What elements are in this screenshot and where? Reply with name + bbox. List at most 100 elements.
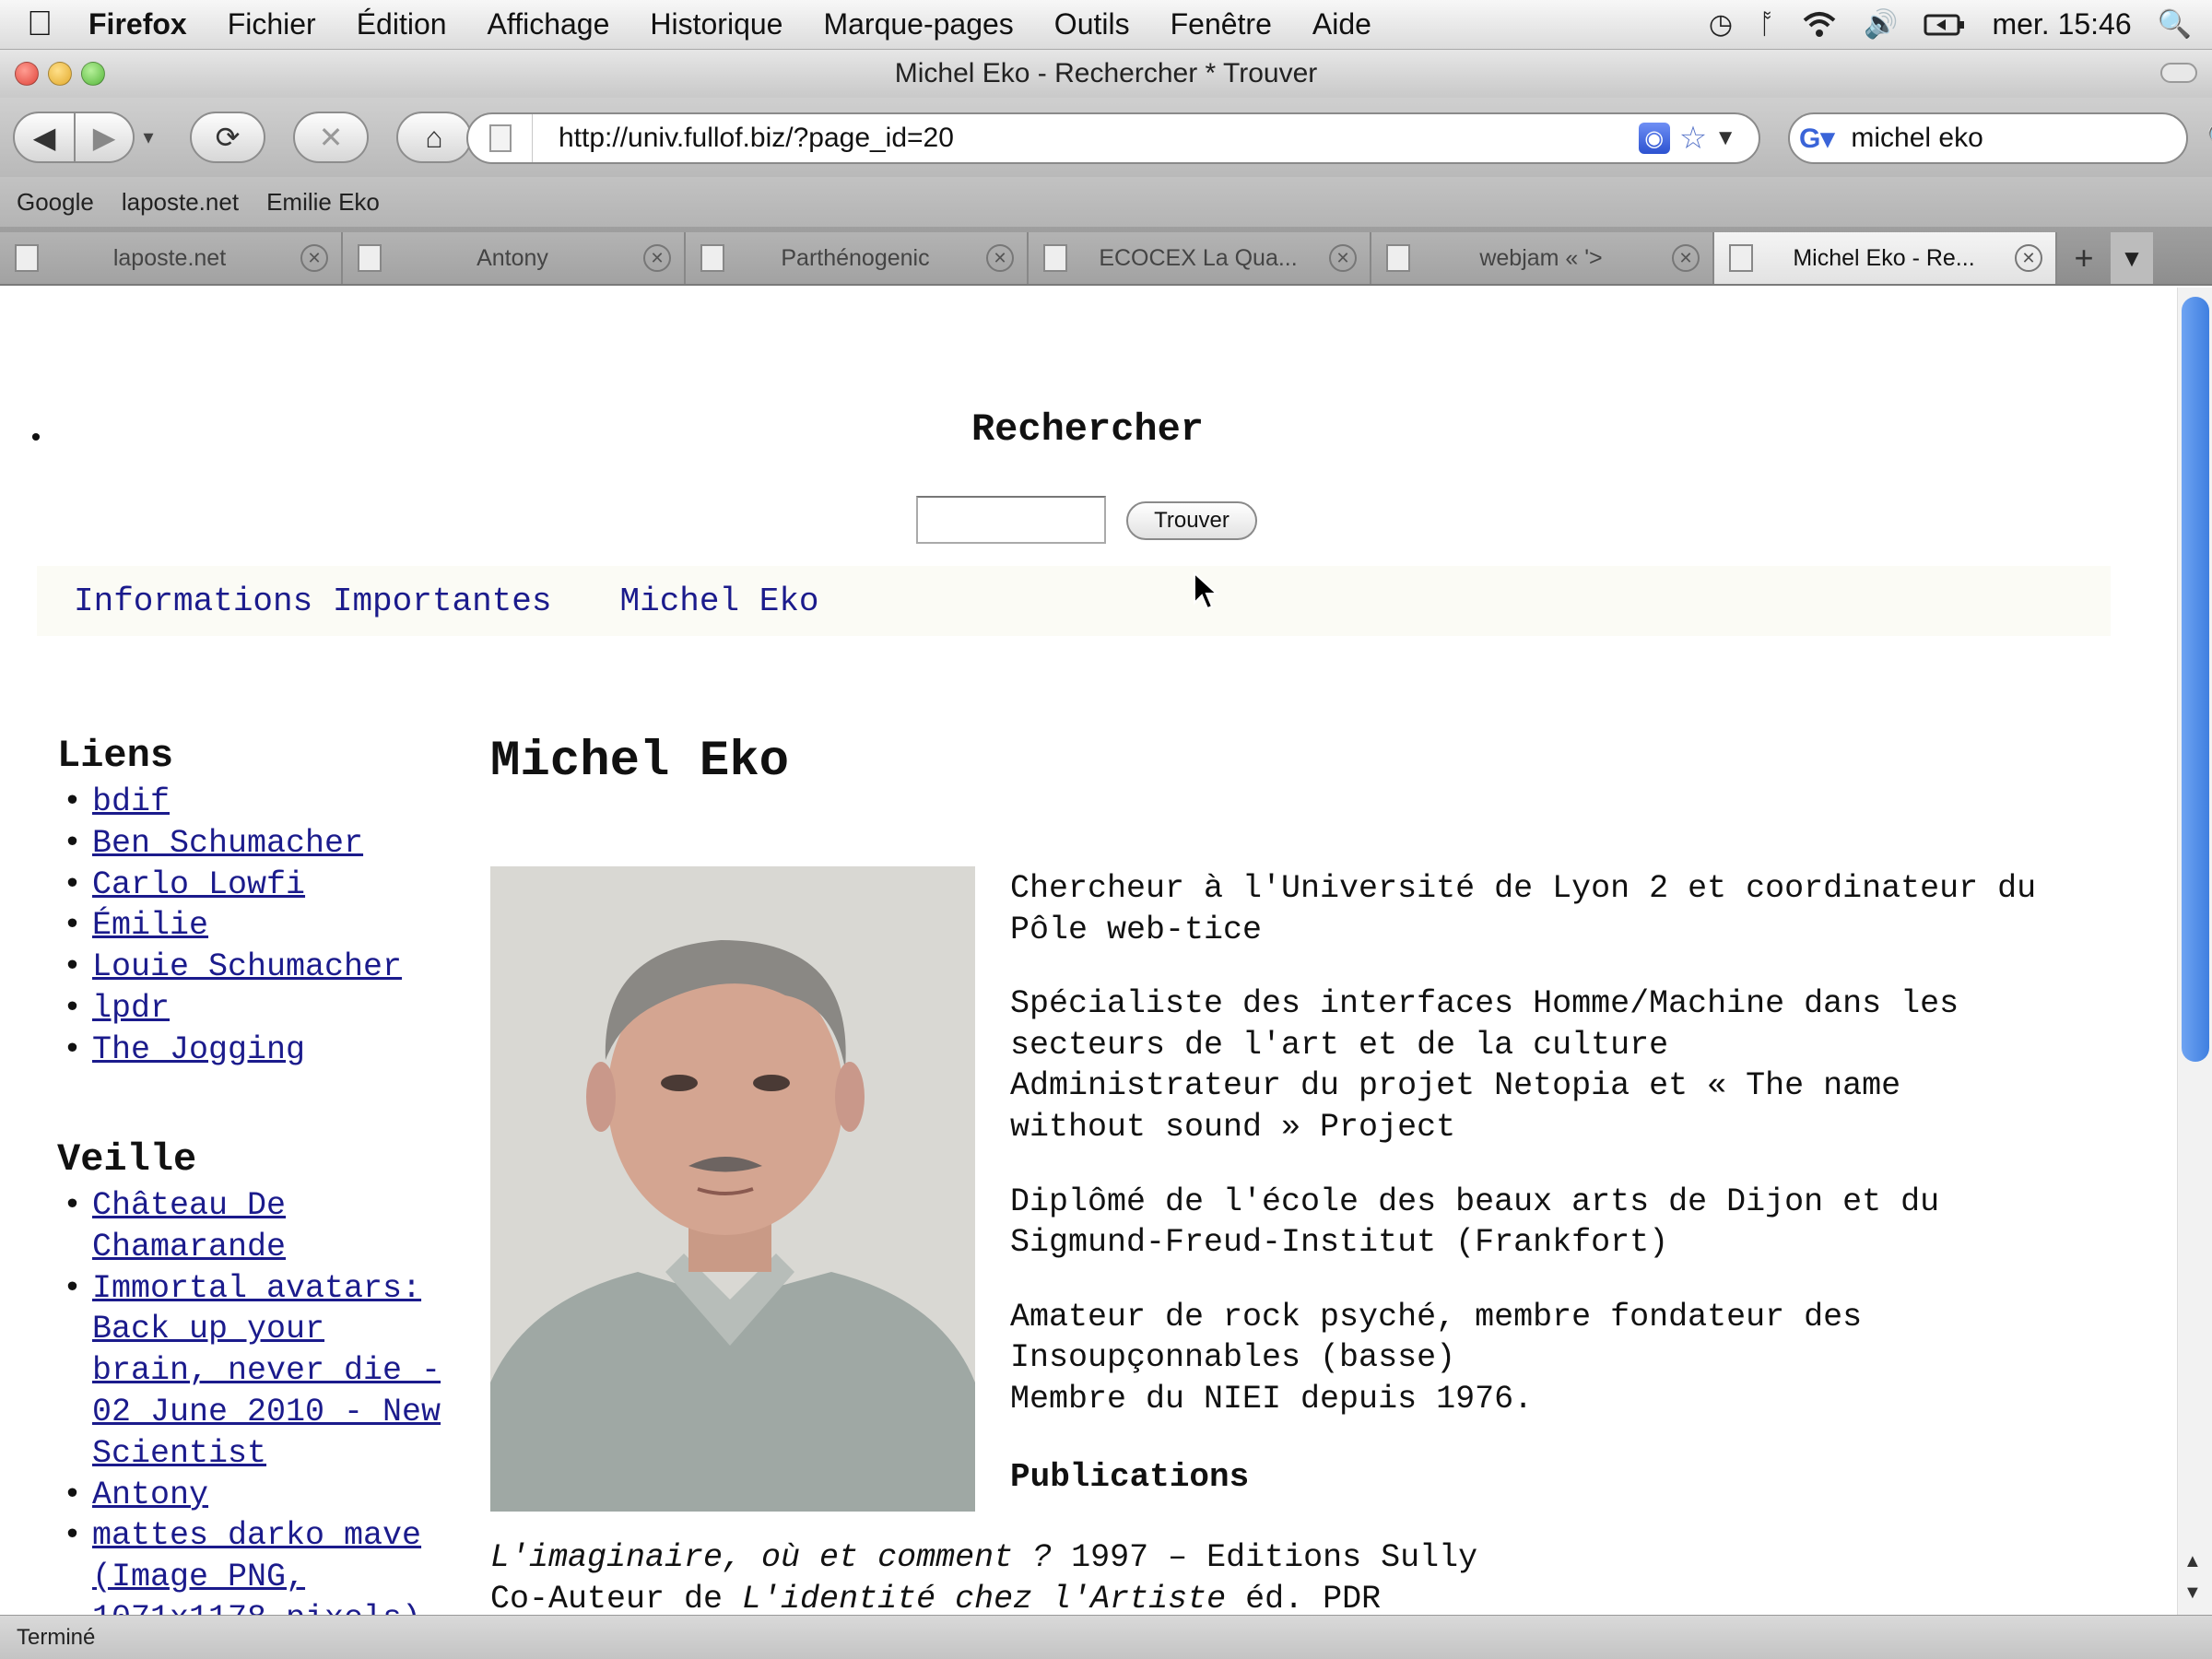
home-button[interactable]: ⌂ (396, 112, 472, 163)
bio-paragraph: Diplômé de l'école des beaux arts de Dij… (1010, 1182, 2162, 1264)
tab-webjam[interactable]: webjam « '> ✕ (1371, 232, 1714, 284)
publication-details: 1997 – Editions Sully (1052, 1539, 1478, 1576)
link-the-jogging[interactable]: The Jogging (92, 1031, 305, 1068)
link-carlo-lowfi[interactable]: Carlo Lowfi (92, 866, 305, 903)
menu-marque-pages[interactable]: Marque-pages (803, 7, 1033, 41)
tab-close-icon[interactable]: ✕ (986, 244, 1014, 272)
url-history-dropdown-icon[interactable]: ▼ (1714, 125, 1736, 151)
search-icon[interactable]: 🔍 (2206, 123, 2212, 155)
search-list-bullet: • (28, 424, 45, 455)
tab-close-icon[interactable]: ✕ (1672, 244, 1700, 272)
search-bar: G▾ 🔍 (1788, 112, 2212, 164)
tab-michel-eko[interactable]: Michel Eko - Re... ✕ (1714, 232, 2057, 284)
tab-label: laposte.net (112, 244, 227, 271)
list-item: The Jogging (57, 1030, 453, 1071)
publication-prefix: Co-Auteur de (490, 1580, 743, 1615)
minimize-window-button[interactable] (48, 62, 72, 86)
tab-label: Antony (477, 244, 548, 271)
nav-link-michel-eko[interactable]: Michel Eko (582, 582, 818, 620)
scrollbar-thumb[interactable] (2182, 297, 2209, 1062)
find-button[interactable]: Trouver (1126, 501, 1257, 540)
link-ben-schumacher[interactable]: Ben Schumacher (92, 825, 363, 862)
link-antony[interactable]: Antony (92, 1477, 208, 1513)
veille-list: Château De Chamarande Immortal avatars: … (57, 1185, 453, 1615)
menu-affichage[interactable]: Affichage (467, 7, 630, 41)
menu-fichier[interactable]: Fichier (207, 7, 336, 41)
stop-button[interactable]: ✕ (293, 112, 369, 163)
window-title: Michel Eko - Rechercher * Trouver (894, 58, 1318, 88)
apple-menu-icon[interactable]:  (11, 5, 68, 44)
tab-laposte[interactable]: laposte.net ✕ (0, 232, 343, 284)
link-immortal-avatars[interactable]: Immortal avatars: Back up your brain, ne… (92, 1270, 441, 1472)
biography: Chercheur à l'Université de Lyon 2 et co… (1010, 868, 2162, 1453)
menu-app-firefox[interactable]: Firefox (68, 7, 207, 41)
google-engine-icon[interactable]: G▾ (1799, 120, 1834, 157)
bio-line: Sigmund-Freud-Institut (Frankfort) (1010, 1224, 1669, 1262)
menu-historique[interactable]: Historique (629, 7, 803, 41)
site-identity-icon[interactable] (468, 114, 533, 162)
link-emilie[interactable]: Émilie (92, 907, 208, 944)
bio-line: Administrateur du projet Netopia et « Th… (1010, 1067, 1901, 1105)
nav-link-informations[interactable]: Informations Importantes (37, 582, 551, 620)
menu-fenetre[interactable]: Fenêtre (1150, 7, 1292, 41)
forward-button[interactable]: ▶ (76, 112, 135, 163)
list-all-tabs-button[interactable]: ▼ (2111, 232, 2153, 284)
toolbar-toggle-button[interactable] (2160, 63, 2197, 83)
wifi-icon[interactable] (1801, 11, 1838, 39)
scroll-down-arrow-icon[interactable]: ▼ (2183, 1583, 2202, 1604)
list-item: Ben Schumacher (57, 823, 453, 865)
time-machine-icon[interactable]: ◷ (1709, 8, 1733, 41)
status-bar: Terminé (0, 1615, 2212, 1659)
tab-antony[interactable]: Antony ✕ (343, 232, 686, 284)
spotlight-search-icon[interactable]: 🔍 (2158, 8, 2192, 41)
bio-line: Insoupçonnables (basse) (1010, 1339, 1456, 1377)
publications-heading: Publications (1010, 1458, 1250, 1496)
tab-label: webjam « '> (1479, 244, 1603, 271)
new-tab-button[interactable]: + (2057, 232, 2111, 284)
page-title: Michel Eko (490, 734, 790, 790)
tab-favicon-icon (1386, 244, 1410, 272)
rss-feed-icon[interactable]: ◉ (1638, 123, 1670, 154)
link-lpdr[interactable]: lpdr (92, 990, 170, 1027)
battery-icon[interactable] (1924, 13, 1966, 37)
url-bar[interactable]: http://univ.fullof.biz/?page_id=20 ◉ ☆ ▼ (466, 112, 1760, 164)
bluetooth-icon[interactable]: ᚩ (1759, 9, 1775, 41)
back-button[interactable]: ◀ (13, 112, 76, 163)
site-search-input[interactable] (916, 496, 1106, 544)
link-mattes-darko-mave[interactable]: mattes_darko_mave (Image PNG, 1071x1178 … (92, 1517, 421, 1615)
tab-ecocex[interactable]: ECOCEX La Qua... ✕ (1029, 232, 1371, 284)
vertical-scrollbar[interactable]: ▲ ▼ (2177, 288, 2212, 1615)
tab-favicon-icon (1729, 244, 1753, 272)
bookmark-star-icon[interactable]: ☆ (1679, 120, 1707, 157)
link-chateau-de-chamarande[interactable]: Château De Chamarande (92, 1187, 286, 1265)
reload-button[interactable]: ⟳ (190, 112, 265, 163)
close-window-button[interactable] (15, 62, 39, 86)
scroll-up-arrow-icon[interactable]: ▲ (2183, 1551, 2202, 1572)
menu-aide[interactable]: Aide (1292, 7, 1392, 41)
tab-close-icon[interactable]: ✕ (2015, 244, 2042, 272)
portrait-photo (490, 866, 975, 1512)
volume-icon[interactable]: 🔊 (1864, 8, 1898, 41)
tab-close-icon[interactable]: ✕ (300, 244, 328, 272)
bio-line: Spécialiste des interfaces Homme/Machine… (1010, 985, 1959, 1023)
link-louie-schumacher[interactable]: Louie Schumacher (92, 948, 402, 985)
link-bdif[interactable]: bdif (92, 783, 170, 820)
history-dropdown-icon[interactable]: ▾ (138, 125, 159, 149)
bio-line: Pôle web-tice (1010, 911, 1263, 948)
publications-list: L'imaginaire, où et comment ? 1997 – Edi… (490, 1537, 2149, 1615)
bookmark-emilie-eko[interactable]: Emilie Eko (250, 188, 380, 217)
menu-clock[interactable]: mer. 15:46 (1992, 7, 2131, 41)
tab-close-icon[interactable]: ✕ (1329, 244, 1357, 272)
search-input[interactable] (1834, 123, 2207, 154)
publication-details: éd. PDR (1226, 1580, 1382, 1615)
tab-close-icon[interactable]: ✕ (643, 244, 671, 272)
bookmark-google[interactable]: Google (0, 188, 94, 217)
bookmark-laposte[interactable]: laposte.net (105, 188, 239, 217)
url-text[interactable]: http://univ.fullof.biz/?page_id=20 (533, 123, 1639, 154)
menu-outils[interactable]: Outils (1034, 7, 1150, 41)
zoom-window-button[interactable] (81, 62, 105, 86)
bookmarks-toolbar: Google laposte.net Emilie Eko (0, 177, 2212, 227)
menu-edition[interactable]: Édition (336, 7, 467, 41)
tab-parthenogenic[interactable]: Parthénogenic ✕ (686, 232, 1029, 284)
bio-paragraph: Spécialiste des interfaces Homme/Machine… (1010, 983, 2162, 1147)
